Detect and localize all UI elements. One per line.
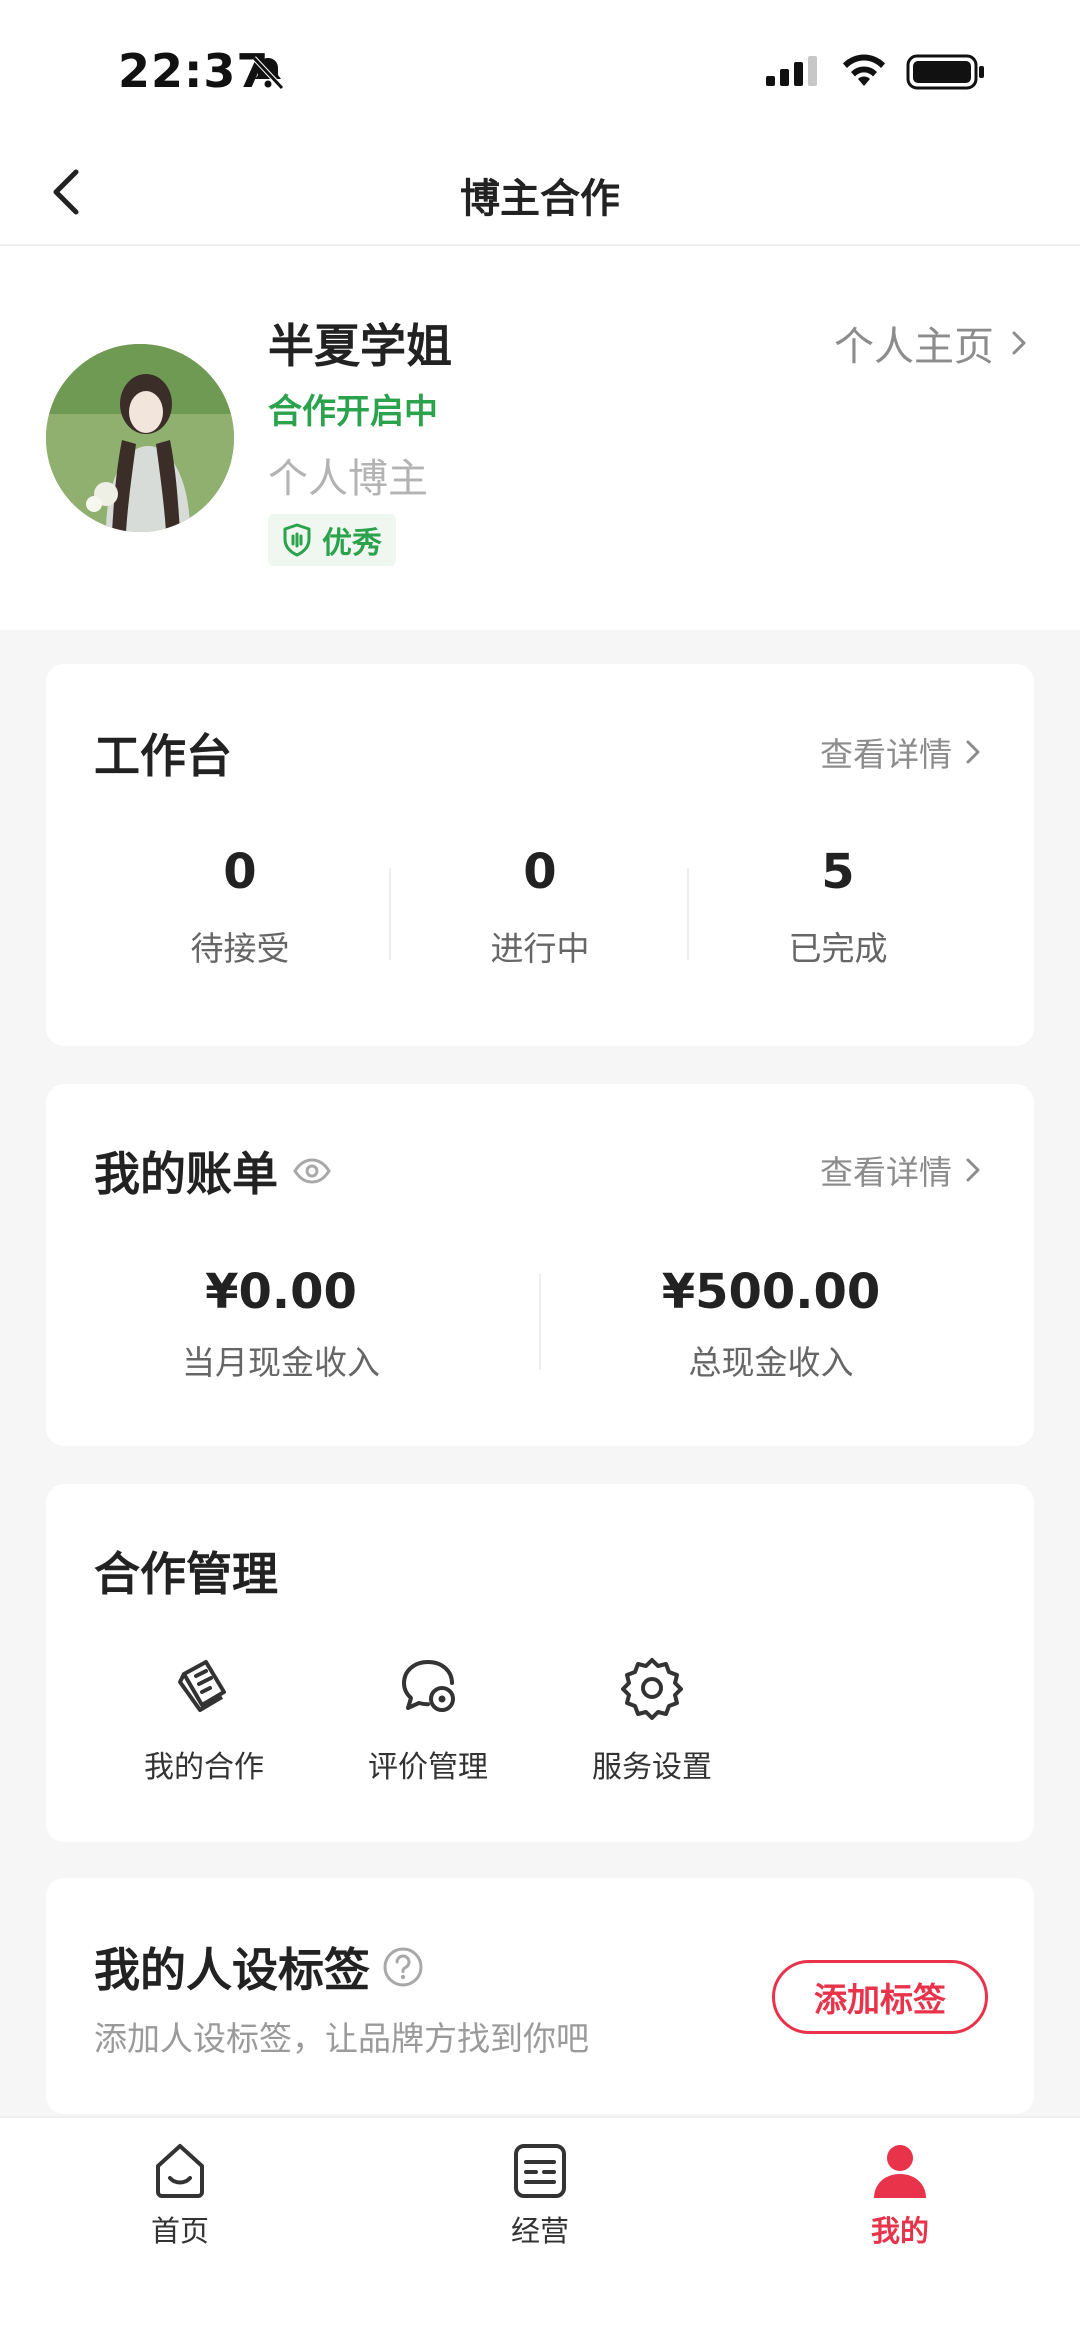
- profile-name: 半夏学姐: [268, 319, 452, 373]
- avatar[interactable]: [46, 344, 234, 532]
- my-cooperation-label: 我的合作: [144, 1750, 264, 1785]
- cooperation-card: 合作管理 我的合作 评价管理 服务设置: [46, 1484, 1034, 1842]
- persona-tags-card: 我的人设标签 添加人设标签，让品牌方找到你吧 添加标签: [46, 1878, 1034, 2114]
- service-settings-button[interactable]: 服务设置: [552, 1652, 752, 1786]
- stat-total-income[interactable]: ¥500.00 总现金收入: [616, 1264, 926, 1384]
- tab-business[interactable]: 经营: [440, 2140, 640, 2250]
- home-icon: [156, 2144, 204, 2198]
- stat-completed[interactable]: 5 已完成: [738, 844, 938, 970]
- rating-badge: 优秀: [268, 514, 396, 566]
- stat-label: 当月现金收入: [182, 1343, 380, 1382]
- stat-label: 待接受: [190, 929, 290, 968]
- shield-icon: [283, 523, 311, 557]
- badge-label: 优秀: [322, 526, 382, 561]
- stat-value: ¥0.00: [205, 1264, 357, 1320]
- homepage-link-label: 个人主页: [834, 324, 994, 370]
- cellular-signal-icon: [766, 56, 817, 86]
- tags-title: 我的人设标签: [94, 1943, 370, 1997]
- profile-section: 半夏学姐 合作开启中 个人博主 优秀 个人主页: [0, 246, 1080, 630]
- tab-label: 经营: [510, 2214, 569, 2248]
- chevron-right-icon: [966, 740, 980, 764]
- workbench-title: 工作台: [94, 729, 232, 783]
- details-link-label: 查看详情: [820, 735, 952, 774]
- tags-title-row: 我的人设标签: [94, 1934, 424, 2000]
- add-tag-button[interactable]: 添加标签: [772, 1960, 988, 2034]
- wifi-icon: [843, 54, 885, 86]
- bottom-tab-bar: 首页 经营 我的: [0, 2116, 1080, 2341]
- stat-value: 0: [223, 844, 257, 900]
- document-icon: [178, 1660, 226, 1712]
- stat-label: 已完成: [788, 929, 888, 968]
- divider: [389, 868, 391, 960]
- bill-card: 我的账单 查看详情 ¥0.00 当月现金收入 ¥500.00 总现金收入: [46, 1084, 1034, 1446]
- tags-subtitle: 添加人设标签，让品牌方找到你吧: [94, 2019, 589, 2058]
- divider: [687, 868, 689, 960]
- bill-title: 我的账单: [94, 1147, 278, 1201]
- tab-label: 我的: [870, 2214, 929, 2248]
- page-title: 博主合作: [460, 176, 620, 222]
- bell-muted-icon: [252, 56, 284, 90]
- comment-icon: [402, 1660, 455, 1712]
- stat-value: 5: [821, 844, 855, 900]
- stat-label: 进行中: [490, 929, 590, 968]
- help-icon[interactable]: [382, 1946, 424, 1988]
- my-cooperation-button[interactable]: 我的合作: [104, 1652, 304, 1786]
- cooperation-title: 合作管理: [94, 1547, 278, 1601]
- nav-bar: 博主合作: [0, 140, 1080, 246]
- bill-title-row: 我的账单: [94, 1138, 332, 1204]
- stat-in-progress[interactable]: 0 进行中: [440, 844, 640, 970]
- chevron-right-icon: [1012, 331, 1026, 355]
- divider: [539, 1274, 541, 1370]
- review-management-button[interactable]: 评价管理: [328, 1652, 528, 1786]
- tab-label: 首页: [150, 2214, 209, 2248]
- chevron-right-icon: [966, 1158, 980, 1182]
- eye-icon[interactable]: [292, 1156, 332, 1186]
- bill-details-link[interactable]: 查看详情: [820, 1146, 982, 1194]
- stat-monthly-income[interactable]: ¥0.00 当月现金收入: [126, 1264, 436, 1384]
- review-management-label: 评价管理: [368, 1750, 488, 1785]
- gear-icon: [621, 1658, 683, 1720]
- stat-value: 0: [523, 844, 557, 900]
- list-icon: [514, 2144, 566, 2198]
- cooperation-status: 合作开启中: [268, 392, 438, 432]
- homepage-link[interactable]: 个人主页: [834, 314, 1030, 372]
- workbench-details-link[interactable]: 查看详情: [820, 728, 982, 776]
- battery-icon: [906, 54, 984, 90]
- status-time: 22:37: [118, 44, 270, 98]
- stat-label: 总现金收入: [688, 1343, 854, 1382]
- blogger-type: 个人博主: [268, 456, 428, 502]
- tab-mine[interactable]: 我的: [800, 2140, 1000, 2250]
- stat-value: ¥500.00: [661, 1264, 881, 1320]
- stat-pending[interactable]: 0 待接受: [140, 844, 340, 970]
- profile-icon: [874, 2145, 926, 2198]
- service-settings-label: 服务设置: [592, 1750, 712, 1785]
- status-bar: 22:37: [0, 0, 1080, 140]
- workbench-card: 工作台 查看详情 0 待接受 0 进行中 5 已完成: [46, 664, 1034, 1046]
- details-link-label: 查看详情: [820, 1153, 952, 1192]
- tab-home[interactable]: 首页: [80, 2140, 280, 2250]
